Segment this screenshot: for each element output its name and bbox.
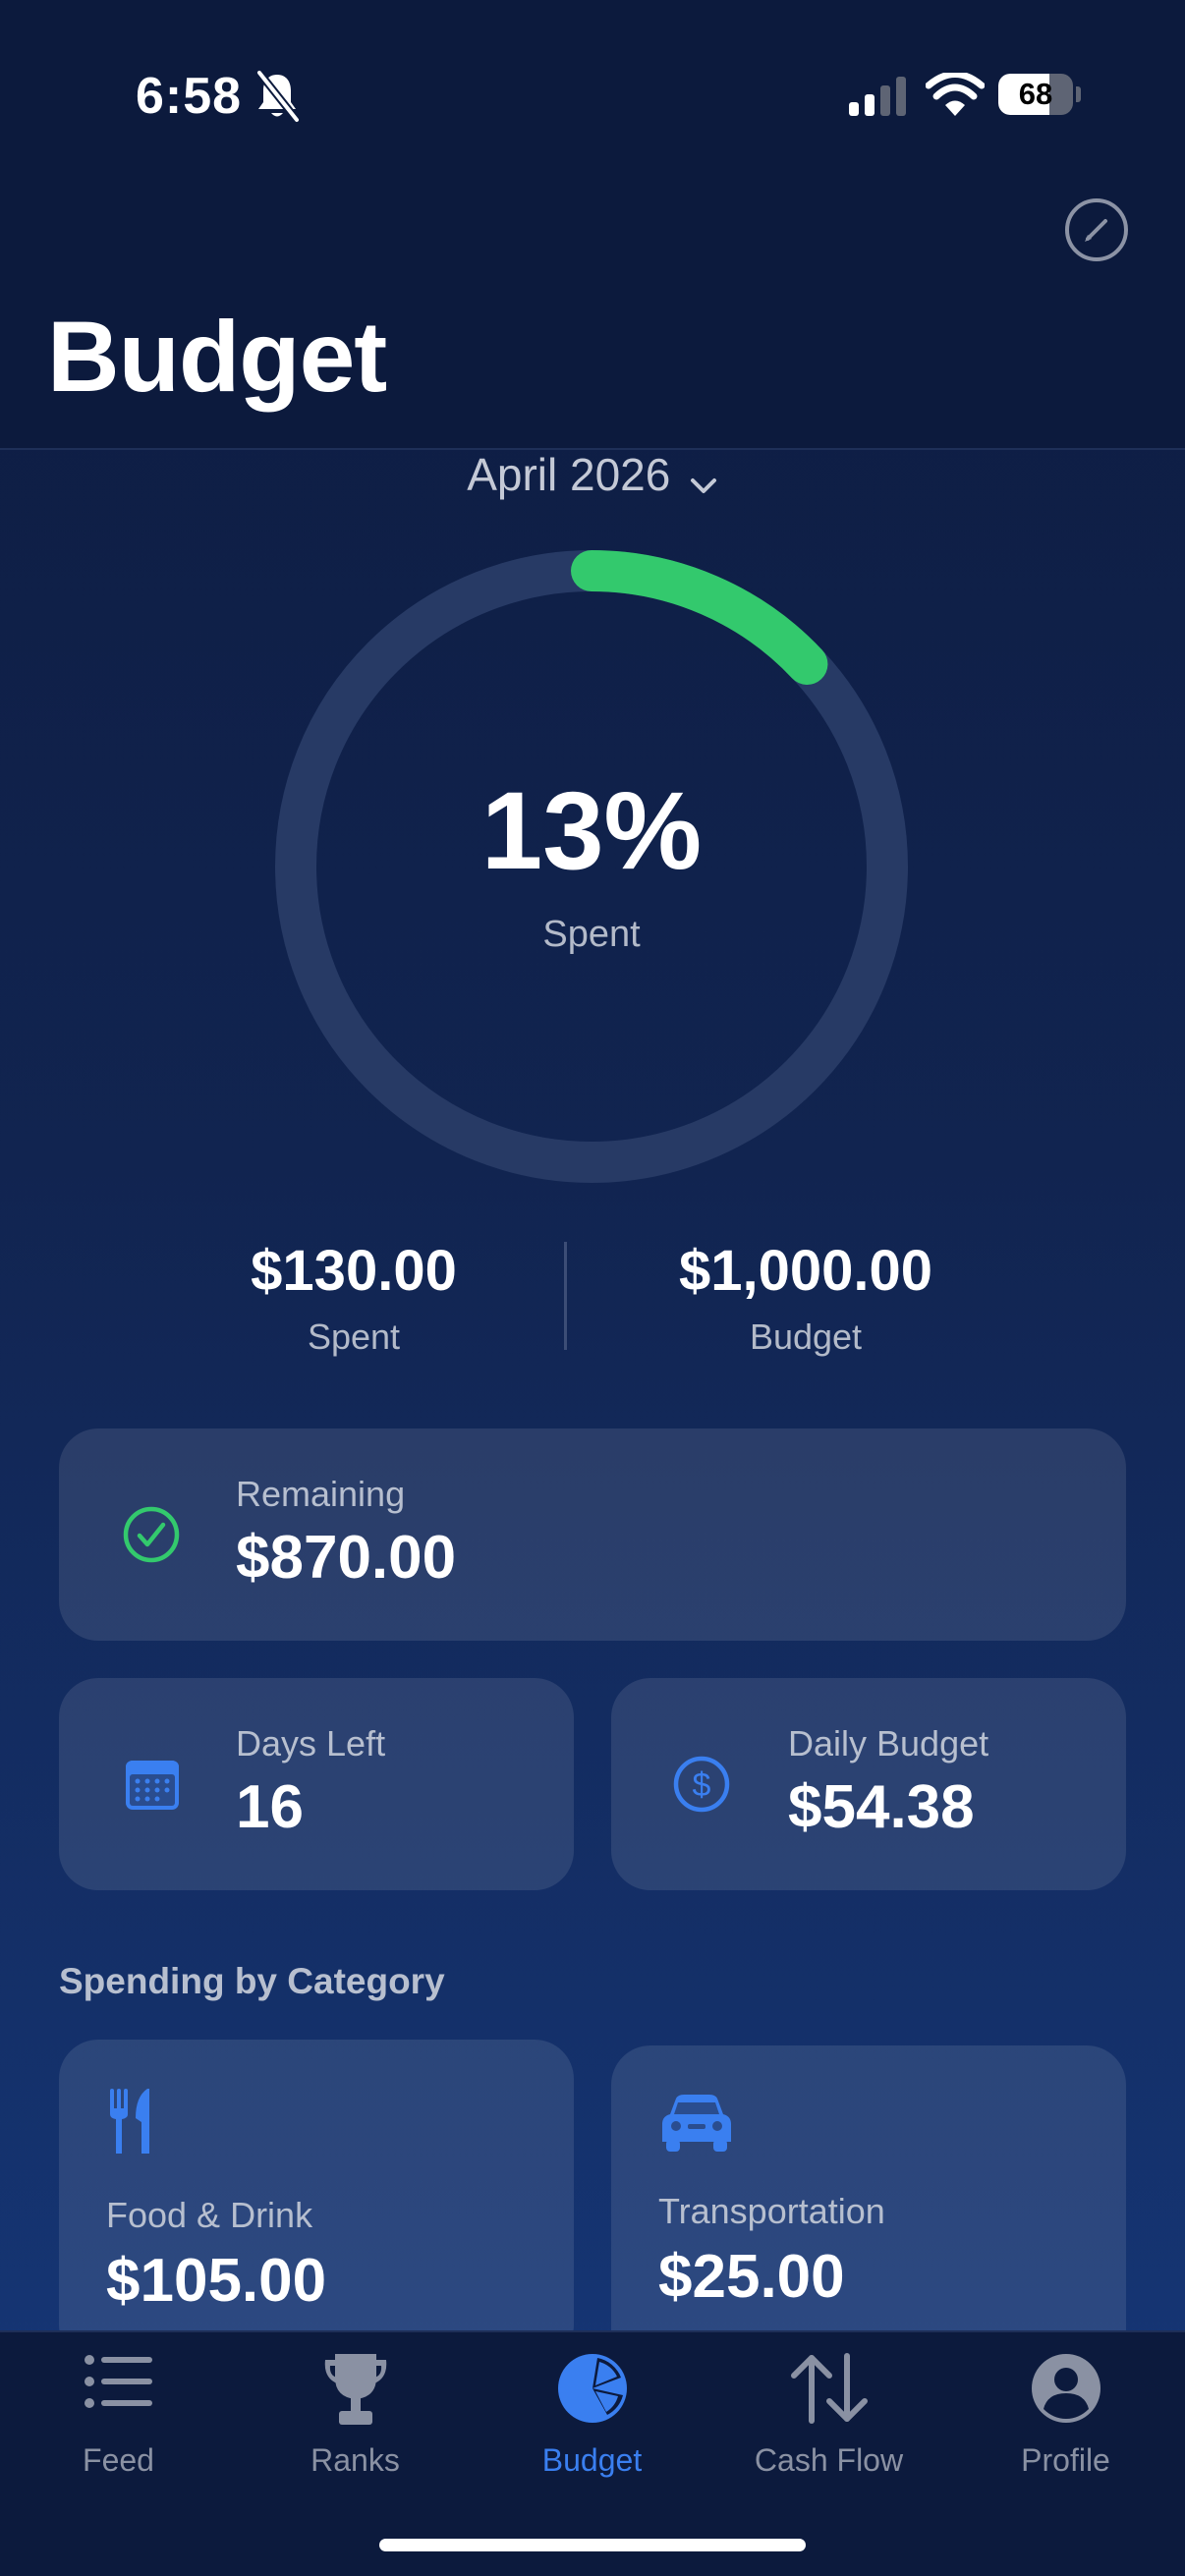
category-card-transportation[interactable]: Transportation $25.00 (611, 2045, 1126, 2370)
daily-budget-value: $54.38 (788, 1773, 975, 1841)
spent-percentage-label: Spent (542, 914, 641, 955)
month-picker[interactable]: April 2026 (0, 448, 1185, 501)
daily-budget-card: $ Daily Budget $54.38 (611, 1678, 1126, 1890)
category-card-food-drink[interactable]: Food & Drink $105.00 (59, 2040, 574, 2364)
home-indicator (379, 2539, 806, 2551)
spent-amount: $130.00 (251, 1239, 457, 1303)
remaining-value: $870.00 (236, 1524, 457, 1592)
tab-label: Feed (83, 2442, 154, 2478)
category-label: Transportation (658, 2191, 885, 2231)
list-icon (84, 2355, 152, 2408)
remaining-label: Remaining (236, 1474, 406, 1514)
edit-button[interactable] (1065, 198, 1128, 261)
spending-by-category-title: Spending by Category (59, 1961, 445, 2001)
calendar-icon (126, 1761, 179, 1810)
pie-chart-icon (557, 2354, 627, 2423)
chevron-down-icon (690, 477, 716, 493)
wifi-icon (926, 73, 985, 116)
days-left-card: Days Left 16 (59, 1678, 574, 1890)
tab-label: Budget (541, 2442, 643, 2478)
category-amount: $25.00 (658, 2243, 845, 2311)
trophy-icon (324, 2354, 386, 2425)
days-left-label: Days Left (236, 1723, 386, 1764)
month-label: April 2026 (467, 449, 671, 500)
budget-amount: $1,000.00 (678, 1239, 933, 1303)
battery-percentage: 68 (1018, 77, 1053, 111)
spent-label: Spent (307, 1316, 401, 1357)
spent-percentage: 13% (480, 769, 703, 892)
page-title: Budget (47, 301, 387, 413)
arrows-up-down-icon (790, 2353, 868, 2424)
remaining-card: Remaining $870.00 (59, 1428, 1126, 1641)
car-icon (662, 2095, 731, 2152)
checkmark-circle-icon (123, 1506, 180, 1563)
fork-knife-icon (110, 2089, 149, 2154)
tab-label: Profile (1021, 2442, 1110, 2478)
tab-profile[interactable]: Profile (947, 2332, 1184, 2576)
person-circle-icon (1031, 2354, 1100, 2423)
status-time: 6:58 (136, 68, 243, 125)
dollar-circle-icon: $ (673, 1756, 730, 1813)
tab-label: Cash Flow (754, 2442, 904, 2478)
days-left-value: 16 (236, 1773, 304, 1841)
battery-indicator: 68 (998, 74, 1081, 115)
daily-budget-label: Daily Budget (788, 1723, 989, 1764)
bell-slash-icon (255, 70, 301, 123)
cellular-signal-icon (849, 77, 906, 116)
tab-label: Ranks (310, 2442, 400, 2478)
pencil-icon (1085, 219, 1107, 242)
tab-feed[interactable]: Feed (0, 2332, 237, 2576)
category-amount: $105.00 (106, 2247, 327, 2315)
svg-text:$: $ (693, 1766, 711, 1804)
category-label: Food & Drink (106, 2195, 313, 2235)
summary-divider (564, 1242, 567, 1350)
budget-label: Budget (749, 1316, 863, 1357)
